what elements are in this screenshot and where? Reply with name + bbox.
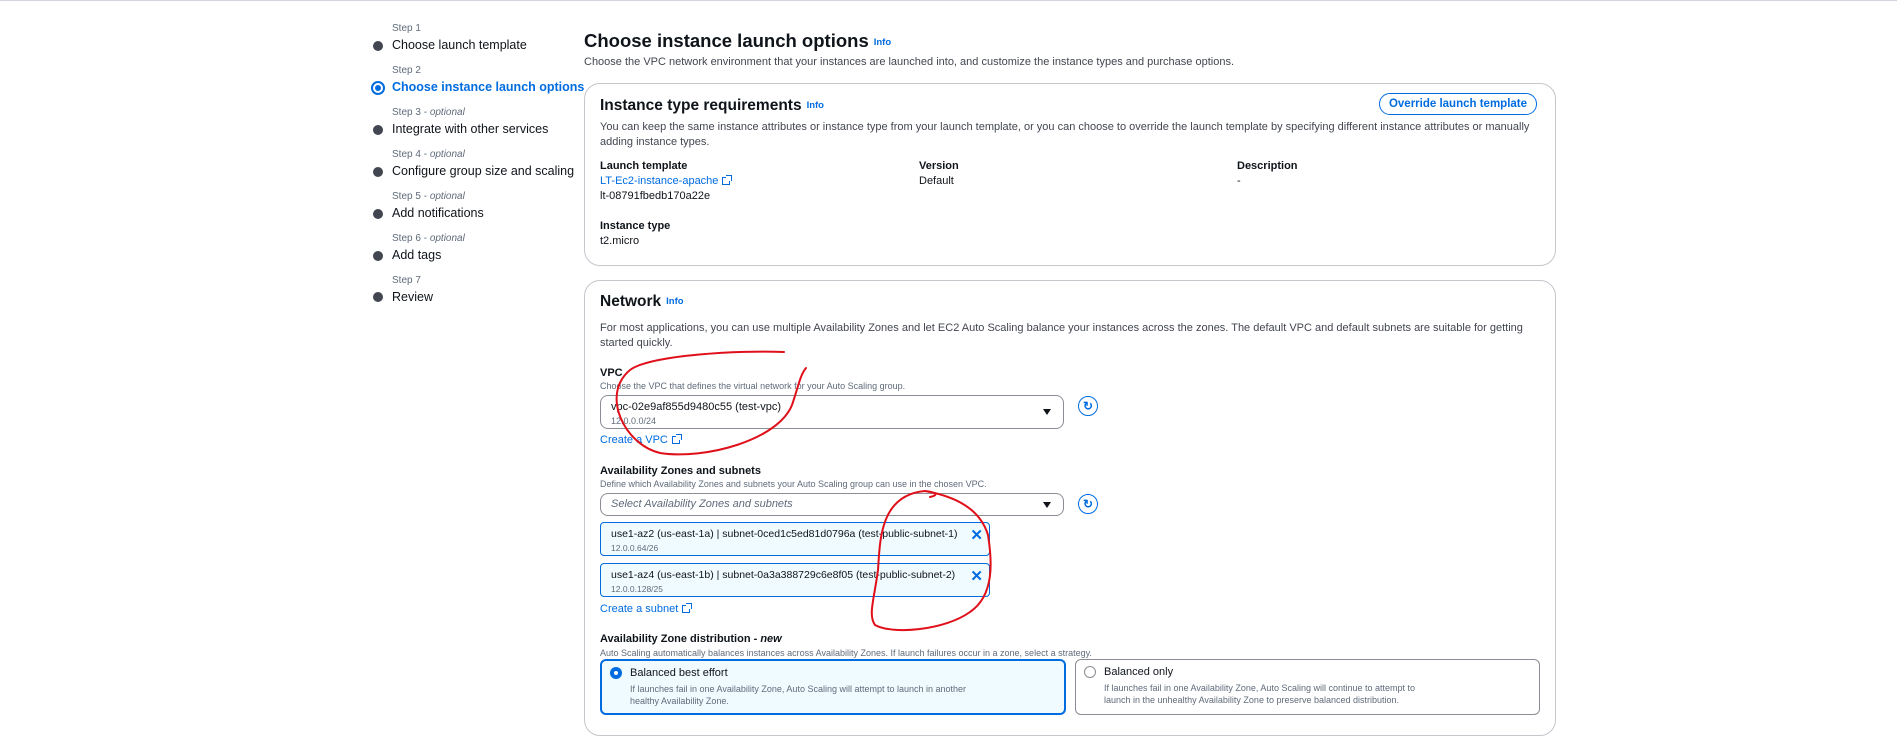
step-3[interactable]: Step 3 - optional Integrate with other s… — [392, 107, 548, 136]
az-subnets-placeholder: Select Availability Zones and subnets — [611, 498, 793, 510]
step-optional-tag: optional — [429, 191, 465, 202]
vpc-select[interactable]: vpc-02e9af855d9480c55 (test-vpc) 12.0.0.… — [600, 395, 1064, 429]
balanced-best-effort-option[interactable]: Balanced best effort If launches fail in… — [600, 659, 1066, 715]
network-info-link[interactable]: Info — [666, 296, 683, 307]
subnet-token-label: use1-az2 (us-east-1a) | subnet-0ced1c5ed… — [611, 528, 958, 540]
launch-template-label: Launch template — [600, 160, 688, 172]
step-7[interactable]: Step 7 Review — [392, 275, 433, 304]
step-number: Step 5 - — [392, 191, 430, 202]
step-title: Choose launch template — [392, 38, 527, 52]
launch-template-link[interactable]: LT-Ec2-instance-apache — [600, 175, 733, 187]
instance-type-requirements-card: Instance type requirements Info Override … — [584, 83, 1556, 266]
external-link-icon — [671, 434, 682, 444]
step-optional-tag: optional — [429, 233, 465, 244]
refresh-vpc-button[interactable]: ↻ — [1078, 396, 1098, 416]
card-title: Instance type requirements Info — [600, 97, 824, 115]
step-4[interactable]: Step 4 - optional Configure group size a… — [392, 149, 574, 178]
step-number: Step 1 — [392, 23, 421, 34]
vpc-cidr: 12.0.0.0/24 — [611, 416, 657, 426]
step-dot-active — [371, 81, 385, 95]
vpc-label: VPC — [600, 367, 623, 379]
page-subtitle: Choose the VPC network environment that … — [584, 56, 1234, 68]
subnet-token-cidr: 12.0.0.64/26 — [611, 543, 659, 553]
step-dot — [373, 209, 383, 219]
step-number: Step 2 — [392, 65, 421, 76]
step-2[interactable]: Step 2 Choose instance launch options — [392, 65, 584, 94]
card-title: Network Info — [600, 293, 684, 311]
step-title: Add notifications — [392, 206, 484, 220]
az-subnets-label: Availability Zones and subnets — [600, 465, 761, 477]
external-link-icon — [722, 175, 733, 185]
create-subnet-link[interactable]: Create a subnet — [600, 603, 693, 615]
option-title: Balanced only — [1104, 666, 1174, 678]
step-number: Step 6 - — [392, 233, 430, 244]
network-card: Network Info For most applications, you c… — [584, 280, 1556, 736]
radio-unselected[interactable] — [1084, 666, 1096, 678]
remove-subnet-icon[interactable]: ✕ — [970, 528, 983, 543]
az-subnets-select[interactable]: Select Availability Zones and subnets — [600, 493, 1064, 516]
page-info-link[interactable]: Info — [874, 37, 891, 48]
vpc-hint: Choose the VPC that defines the virtual … — [600, 381, 906, 391]
option-title: Balanced best effort — [630, 667, 728, 679]
instance-type-label: Instance type — [600, 220, 671, 232]
step-dot — [373, 41, 383, 51]
subnet-token-cidr: 12.0.0.128/25 — [611, 584, 663, 594]
step-dot — [373, 251, 383, 261]
subnet-token: use1-az4 (us-east-1b) | subnet-0a3a38872… — [600, 563, 990, 597]
top-divider — [0, 0, 1897, 1]
remove-subnet-icon[interactable]: ✕ — [970, 569, 983, 584]
version-label: Version — [919, 160, 959, 172]
vpc-select-value: vpc-02e9af855d9480c55 (test-vpc) — [611, 401, 781, 413]
override-launch-template-button[interactable]: Override launch template — [1379, 93, 1537, 115]
card-title-text: Instance type requirements — [600, 97, 802, 114]
step-5[interactable]: Step 5 - optional Add notifications — [392, 191, 484, 220]
create-subnet-text: Create a subnet — [600, 603, 679, 615]
launch-template-id: lt-08791fbedb170a22e — [600, 190, 711, 202]
radio-selected[interactable] — [610, 667, 622, 679]
balanced-only-option[interactable]: Balanced only If launches fail in one Av… — [1075, 659, 1540, 715]
step-number: Step 4 - — [392, 149, 430, 160]
step-title: Choose instance launch options — [392, 80, 585, 94]
step-title: Configure group size and scaling — [392, 164, 575, 178]
step-optional-tag: optional — [429, 107, 465, 118]
step-dot — [373, 125, 383, 135]
card-title-text: Network — [600, 293, 662, 310]
description-value: - — [1237, 175, 1241, 187]
description-label: Description — [1237, 160, 1298, 172]
instance-req-info-link[interactable]: Info — [807, 100, 824, 111]
version-value: Default — [919, 175, 954, 187]
step-optional-tag: optional — [429, 149, 465, 160]
page-title: Choose instance launch options Info — [584, 30, 891, 52]
step-title: Review — [392, 290, 433, 304]
external-link-icon — [682, 603, 693, 613]
option-description: If launches fail in one Availability Zon… — [1104, 683, 1416, 705]
instance-req-description: You can keep the same instance attribute… — [600, 121, 1530, 148]
launch-template-name: LT-Ec2-instance-apache — [600, 175, 719, 187]
instance-type-value: t2.micro — [600, 235, 640, 247]
az-distribution-label: Availability Zone distribution - new — [600, 633, 782, 645]
subnet-token-label: use1-az4 (us-east-1b) | subnet-0a3a38872… — [611, 569, 956, 581]
chevron-down-icon — [1043, 409, 1051, 415]
az-distribution-hint: Auto Scaling automatically balances inst… — [600, 648, 1092, 658]
network-description: For most applications, you can use multi… — [600, 322, 1523, 349]
create-vpc-text: Create a VPC — [600, 434, 668, 446]
step-dot — [373, 167, 383, 177]
az-distribution-label-text: Availability Zone distribution - — [600, 633, 761, 645]
new-tag: new — [760, 633, 782, 645]
step-title: Integrate with other services — [392, 122, 549, 136]
option-description: If launches fail in one Availability Zon… — [630, 684, 967, 706]
step-title: Add tags — [392, 248, 442, 262]
chevron-down-icon — [1043, 502, 1051, 508]
az-subnets-hint: Define which Availability Zones and subn… — [600, 479, 987, 489]
step-6[interactable]: Step 6 - optional Add tags — [392, 233, 465, 262]
page-title-text: Choose instance launch options — [584, 30, 869, 51]
step-dot — [373, 292, 383, 302]
refresh-subnets-button[interactable]: ↻ — [1078, 494, 1098, 514]
step-number: Step 3 - — [392, 107, 430, 118]
step-number: Step 7 — [392, 275, 421, 286]
create-vpc-link[interactable]: Create a VPC — [600, 434, 682, 446]
subnet-token: use1-az2 (us-east-1a) | subnet-0ced1c5ed… — [600, 522, 990, 556]
step-1[interactable]: Step 1 Choose launch template — [392, 23, 527, 52]
